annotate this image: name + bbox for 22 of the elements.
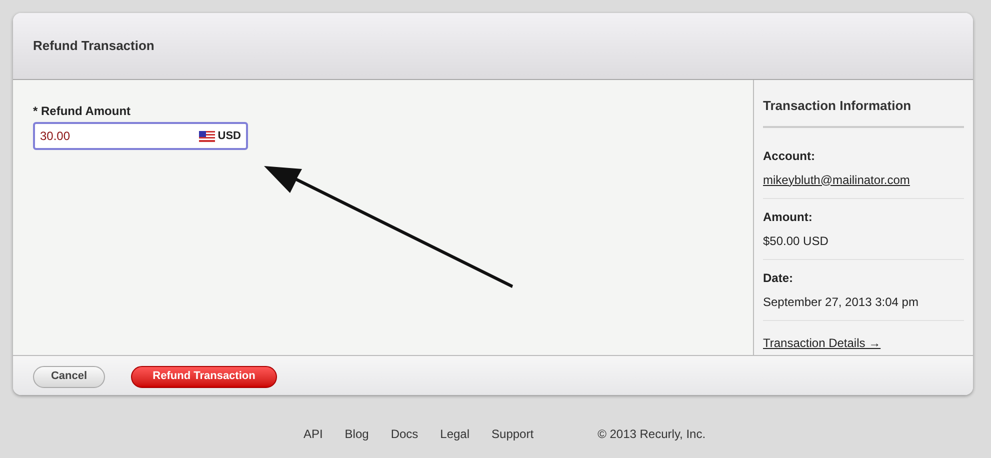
info-value: September 27, 2013 3:04 pm — [763, 294, 918, 310]
field-label: * Refund Amount — [33, 103, 132, 120]
flag-icon — [198, 130, 215, 142]
panel-title: Refund Transaction — [33, 37, 154, 56]
info-label: Date: — [763, 270, 794, 286]
footer-link[interactable]: Blog — [344, 425, 369, 443]
amount-field[interactable]: 30.00 USD — [33, 122, 248, 150]
footer-link[interactable]: Legal — [440, 425, 470, 443]
footer-link[interactable]: Support — [492, 425, 534, 443]
arrow-icon — [262, 163, 514, 291]
account-link[interactable]: mikeybluth@mailinator.com — [763, 172, 910, 188]
info-label: Amount: — [763, 208, 814, 224]
info-value: $50.00 USD — [763, 232, 828, 248]
copyright-text: © 2013 Recurly, Inc. — [598, 426, 706, 443]
footer-link[interactable]: Docs — [390, 425, 418, 443]
details-link[interactable]: Transaction Details → — [763, 336, 881, 350]
footer-link[interactable]: API — [303, 425, 323, 443]
cancel-button[interactable]: Cancel — [33, 366, 105, 388]
sidebar-title: Transaction Information — [763, 96, 964, 128]
currency-label: USD — [218, 128, 241, 144]
info-label: Account: — [763, 148, 816, 164]
refund-button[interactable]: Refund Transaction — [131, 366, 277, 388]
